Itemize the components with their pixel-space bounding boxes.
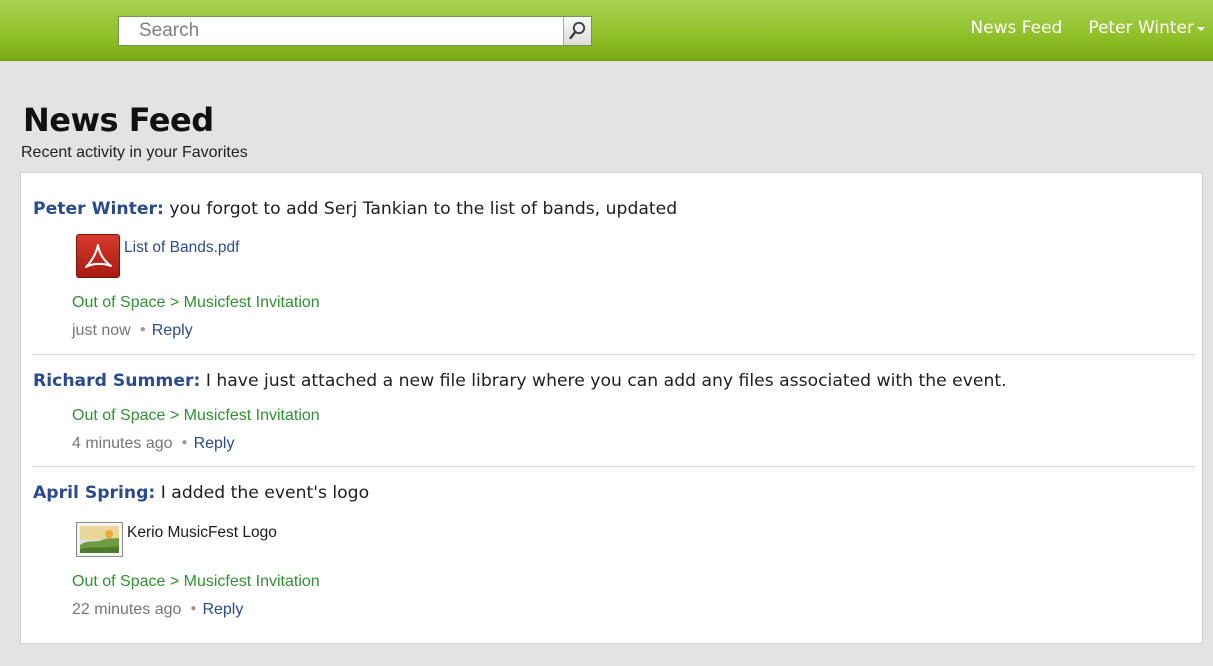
entry-line: Richard Summer: I have just attached a n…	[33, 371, 1007, 391]
timestamp: 22 minutes ago	[72, 601, 182, 618]
feed-panel: Peter Winter: you forgot to add Serj Tan…	[20, 172, 1203, 644]
user-name: Peter Winter	[1088, 18, 1194, 38]
entry-line: April Spring: I added the event's logo	[33, 483, 369, 503]
entry-meta: 4 minutes ago ● Reply	[72, 435, 234, 453]
reply-link[interactable]: Reply	[152, 322, 193, 339]
top-bar: News Feed Peter Winter	[0, 0, 1213, 61]
breadcrumb[interactable]: Out of Space > Musicfest Invitation	[72, 573, 320, 591]
nav-news-feed-link[interactable]: News Feed	[970, 18, 1062, 38]
separator-dot: ●	[190, 603, 197, 614]
entry-meta: just now ● Reply	[72, 322, 193, 340]
attachment-link[interactable]: Kerio MusicFest Logo	[127, 524, 277, 542]
search-box	[118, 16, 592, 46]
pdf-icon[interactable]	[76, 234, 120, 278]
search-button[interactable]	[563, 17, 591, 45]
attachment: List of Bands.pdf	[76, 234, 239, 278]
timestamp: 4 minutes ago	[72, 435, 173, 452]
chevron-down-icon	[1197, 27, 1205, 31]
entry-text: I added the event's logo	[155, 483, 370, 503]
search-input[interactable]	[119, 17, 565, 45]
separator-dot: ●	[181, 437, 188, 448]
separator-dot: ●	[139, 324, 146, 335]
attachment: Kerio MusicFest Logo	[76, 519, 277, 557]
author-link[interactable]: Peter Winter:	[33, 199, 164, 219]
search-icon	[569, 21, 586, 40]
breadcrumb[interactable]: Out of Space > Musicfest Invitation	[72, 294, 320, 312]
reply-link[interactable]: Reply	[194, 435, 235, 452]
feed-item: Peter Winter: you forgot to add Serj Tan…	[33, 173, 1195, 354]
timestamp: just now	[72, 322, 131, 339]
page-title: News Feed	[23, 101, 214, 139]
attachment-link[interactable]: List of Bands.pdf	[124, 239, 239, 257]
entry-text: I have just attached a new file library …	[200, 371, 1007, 391]
author-link[interactable]: Richard Summer:	[33, 371, 200, 391]
entry-text: you forgot to add Serj Tankian to the li…	[163, 199, 678, 219]
page-subtitle: Recent activity in your Favorites	[21, 144, 248, 161]
entry-line: Peter Winter: you forgot to add Serj Tan…	[33, 199, 677, 219]
entry-meta: 22 minutes ago ● Reply	[72, 601, 243, 619]
top-nav: News Feed Peter Winter	[970, 18, 1205, 38]
feed-item: April Spring: I added the event's logo K…	[33, 466, 1195, 641]
feed-item: Richard Summer: I have just attached a n…	[33, 354, 1195, 466]
user-menu[interactable]: Peter Winter	[1088, 18, 1205, 38]
author-link[interactable]: April Spring:	[33, 483, 155, 503]
reply-link[interactable]: Reply	[202, 601, 243, 618]
breadcrumb[interactable]: Out of Space > Musicfest Invitation	[72, 407, 320, 425]
image-icon[interactable]	[76, 522, 123, 557]
